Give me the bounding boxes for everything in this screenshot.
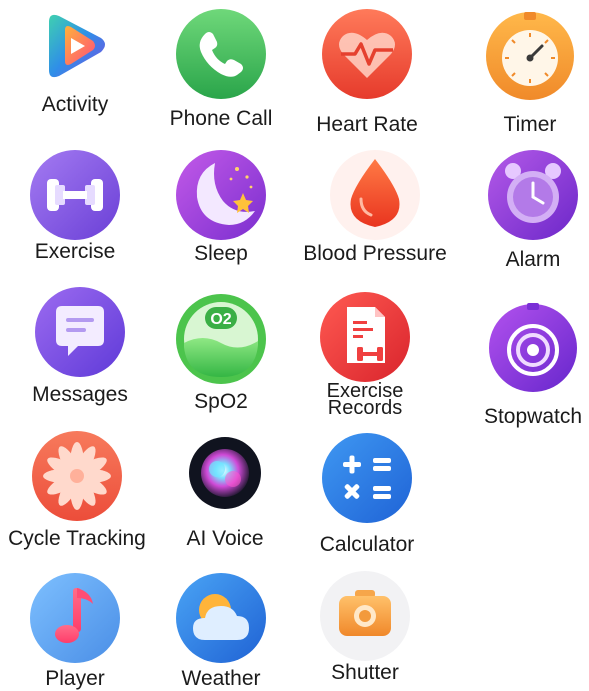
- flower-icon: [31, 430, 123, 522]
- app-label: Messages: [32, 383, 128, 406]
- heart-icon: [321, 8, 413, 100]
- app-label: Heart Rate: [316, 113, 418, 136]
- app-label: Exercise: [34, 240, 116, 263]
- app-label: Exercise Records: [290, 381, 440, 419]
- alarm-clock-icon: [487, 149, 579, 241]
- dumbbell-icon: [29, 149, 121, 241]
- phone-icon: [175, 8, 267, 100]
- app-label: Calculator: [319, 533, 415, 556]
- exercise-records-icon: [319, 291, 411, 383]
- app-label: Timer: [503, 113, 557, 136]
- app-label: SpO2: [194, 390, 248, 413]
- app-label: Player: [45, 667, 105, 690]
- stopwatch-icon: [487, 300, 579, 392]
- timer-icon: [484, 8, 576, 100]
- app-label-line2: Records: [327, 397, 403, 419]
- app-label: Activity: [41, 93, 109, 116]
- music-note-icon: [29, 572, 121, 664]
- play-icon: [37, 8, 113, 84]
- spo2-icon: O2: [175, 293, 267, 385]
- weather-icon: [175, 572, 267, 664]
- app-label: Shutter: [331, 661, 399, 684]
- calculator-icon: [321, 432, 413, 524]
- app-label: Cycle Tracking: [8, 527, 146, 550]
- camera-icon: [319, 570, 411, 662]
- app-label: Weather: [181, 667, 261, 690]
- app-label: Blood Pressure: [303, 242, 447, 265]
- app-label: AI Voice: [186, 527, 264, 550]
- app-label: Alarm: [505, 248, 561, 271]
- app-label: Stopwatch: [483, 405, 583, 428]
- app-label: Sleep: [194, 242, 248, 265]
- message-icon: [34, 286, 126, 378]
- moon-icon: [175, 149, 267, 241]
- app-label: Phone Call: [169, 107, 273, 130]
- blood-drop-icon: [329, 149, 421, 241]
- spo2-badge: O2: [210, 311, 231, 328]
- ai-voice-icon: [185, 433, 265, 513]
